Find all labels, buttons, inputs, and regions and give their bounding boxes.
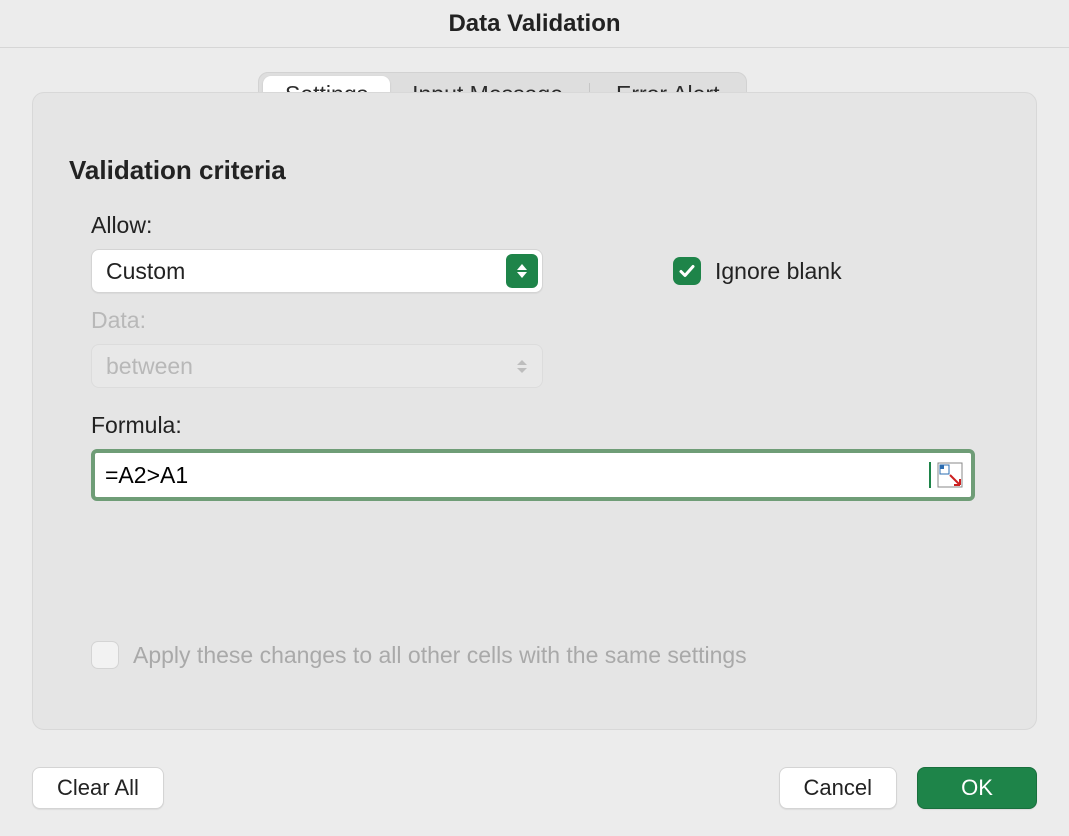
validation-criteria-heading: Validation criteria [69, 155, 1000, 186]
range-picker-button[interactable] [937, 462, 963, 488]
apply-all-checkbox [91, 641, 119, 669]
formula-field-wrap [91, 449, 975, 501]
ok-button[interactable]: OK [917, 767, 1037, 809]
data-validation-dialog: Data Validation Settings Input Message E… [0, 0, 1069, 836]
formula-input[interactable] [103, 453, 931, 497]
checkmark-icon [678, 262, 696, 280]
cancel-label: Cancel [804, 775, 872, 801]
allow-select-caret-icon[interactable] [506, 254, 538, 288]
range-picker-icon [937, 462, 963, 488]
allow-select-wrap: Custom [91, 249, 543, 293]
formula-label: Formula: [91, 412, 1000, 439]
ok-label: OK [961, 775, 993, 801]
apply-all-label: Apply these changes to all other cells w… [133, 642, 747, 669]
allow-label: Allow: [91, 212, 1000, 239]
settings-panel: Validation criteria Allow: Custom [32, 92, 1037, 730]
data-label: Data: [91, 307, 1000, 334]
ignore-blank-checkbox[interactable] [673, 257, 701, 285]
clear-all-button[interactable]: Clear All [32, 767, 164, 809]
ignore-blank-row: Ignore blank [673, 257, 842, 285]
dialog-titlebar: Data Validation [0, 0, 1069, 48]
allow-row: Custom Ignore blank [91, 249, 1000, 293]
apply-all-row: Apply these changes to all other cells w… [91, 641, 1000, 669]
footer-right-buttons: Cancel OK [779, 767, 1037, 809]
allow-select-value: Custom [106, 258, 185, 285]
data-select-caret-icon [515, 344, 529, 388]
data-select-value: between [106, 353, 193, 380]
dialog-title: Data Validation [448, 10, 620, 38]
clear-all-label: Clear All [57, 775, 139, 801]
allow-select[interactable]: Custom [91, 249, 543, 293]
ignore-blank-label: Ignore blank [715, 258, 842, 285]
dialog-footer: Clear All Cancel OK [32, 766, 1037, 810]
data-select-wrap: between [91, 344, 543, 388]
cancel-button[interactable]: Cancel [779, 767, 897, 809]
text-caret [929, 462, 931, 488]
criteria-fields: Allow: Custom [91, 212, 1000, 501]
data-select: between [91, 344, 543, 388]
